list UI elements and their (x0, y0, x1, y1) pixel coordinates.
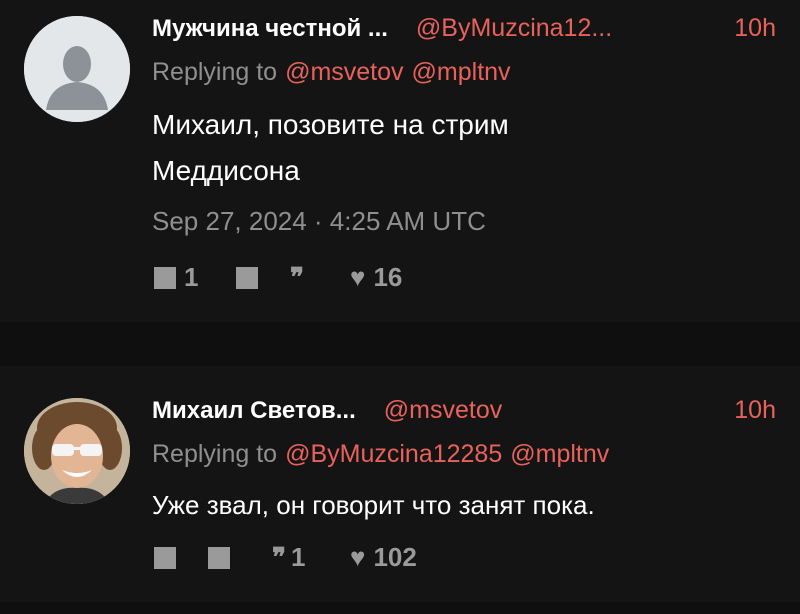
replying-prefix: Replying to (152, 58, 278, 86)
comment-icon (154, 266, 176, 289)
author-handle[interactable]: @msvetov (384, 396, 502, 425)
retweet-button[interactable] (208, 546, 272, 569)
tweet-actions: ❞ 1 ♥ 102 (154, 542, 417, 573)
comment-count: 1 (184, 262, 199, 292)
replying-prefix: Replying to (152, 440, 278, 468)
like-count: 102 (373, 542, 417, 572)
reply-mention-link[interactable]: @ByMuzcina12285 (285, 440, 502, 469)
tweet-text: Михаил, позовите на стрим Меддисона (152, 102, 776, 194)
tweet-text-line: Михаил, позовите на стрим (152, 109, 509, 140)
quote-icon: ❞ (272, 542, 286, 573)
heart-icon: ♥ (350, 542, 366, 572)
author-name[interactable]: Мужчина честной ... (152, 15, 388, 43)
author-handle[interactable]: @ByMuzcina12... (416, 14, 612, 43)
author-name[interactable]: Михаил Светов... (152, 397, 356, 425)
like-button[interactable]: ♥ 16 (350, 262, 402, 293)
reply-mention-link[interactable]: @mpltnv (412, 58, 511, 87)
quote-button[interactable]: ❞ (290, 263, 350, 293)
comment-button[interactable]: 1 (154, 262, 236, 293)
like-button[interactable]: ♥ 102 (350, 542, 417, 573)
tweet-text-line: Меддисона (152, 155, 300, 186)
tweet-time[interactable]: 10h (734, 396, 776, 425)
like-count: 16 (373, 262, 403, 292)
replying-to: Replying to @msvetov @mpltnv (152, 58, 776, 87)
quote-icon: ❞ (290, 262, 304, 293)
comment-icon (154, 546, 176, 569)
comment-button[interactable] (154, 546, 208, 569)
tweet-date[interactable]: Sep 27, 2024 · 4:25 AM UTC (152, 206, 486, 237)
heart-icon: ♥ (350, 262, 366, 292)
reply-mention-link[interactable]: @mpltnv (510, 440, 609, 469)
retweet-icon (208, 546, 230, 569)
replying-to: Replying to @ByMuzcina12285 @mpltnv (152, 440, 776, 469)
retweet-button[interactable] (236, 266, 290, 289)
retweet-icon (236, 266, 258, 289)
tweet-time[interactable]: 10h (734, 14, 776, 43)
default-avatar-icon (24, 16, 130, 122)
avatar-placeholder[interactable] (24, 16, 130, 122)
user-photo-icon (24, 398, 130, 504)
quote-count: 1 (291, 542, 306, 572)
tweet-card[interactable]: Михаил Светов... @msvetov 10h Replying t… (0, 366, 800, 602)
reply-mention-link[interactable]: @msvetov (285, 58, 403, 87)
tweet-text: Уже звал, он говорит что занят пока. (152, 482, 776, 528)
tweet-text-line: Уже звал, он говорит что занят пока. (152, 490, 595, 520)
avatar[interactable] (24, 398, 130, 504)
tweet-actions: 1 ❞ ♥ 16 (154, 262, 402, 293)
tweet-card[interactable]: Мужчина честной ... @ByMuzcina12... 10h … (0, 0, 800, 322)
quote-button[interactable]: ❞ 1 (272, 542, 350, 573)
